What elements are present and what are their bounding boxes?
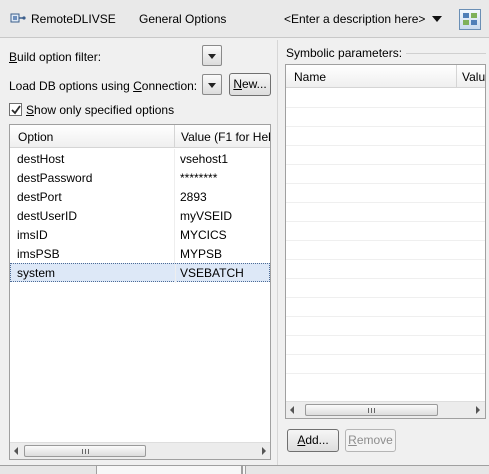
table-row[interactable]: imsID MYCICS <box>10 225 270 244</box>
scroll-thumb[interactable] <box>24 445 146 457</box>
cell-separator <box>174 225 175 244</box>
table-row[interactable]: destHost vsehost1 <box>10 149 270 168</box>
option-value[interactable]: MYCICS <box>180 228 227 242</box>
option-value[interactable]: myVSEID <box>180 209 232 223</box>
editor-header: RemoteDLIVSE General Options <Enter a de… <box>0 0 489 38</box>
table-row[interactable]: imsPSB MYPSB <box>10 244 270 263</box>
cell-separator <box>174 168 175 187</box>
expand-view-button[interactable] <box>459 9 481 30</box>
option-name: destHost <box>17 152 65 166</box>
label-part: Load DB options using <box>9 79 134 93</box>
build-option-filter-label: Build option filter: <box>9 50 101 64</box>
label-mnemonic: C <box>133 79 142 93</box>
button-label: ew... <box>241 77 267 91</box>
symbolic-table-hscrollbar[interactable] <box>286 401 485 418</box>
load-db-options-label: Load DB options using Connection: <box>9 79 197 93</box>
table-row[interactable]: destPassword ******** <box>10 168 270 187</box>
column-separator[interactable] <box>174 125 175 148</box>
table-row[interactable]: destPort 2893 <box>10 187 270 206</box>
column-header-option[interactable]: Option <box>18 130 53 144</box>
option-value[interactable]: 2893 <box>180 190 207 204</box>
description-field[interactable]: <Enter a description here> <box>284 12 425 26</box>
options-table: Option Value (F1 for Help) destHost vseh… <box>9 124 271 460</box>
table-row-selected[interactable]: system VSEBATCH <box>10 263 270 283</box>
connection-icon <box>10 10 26 26</box>
description-dropdown-icon[interactable] <box>432 16 442 22</box>
cell-separator <box>174 187 175 206</box>
editor-tab[interactable] <box>96 466 242 474</box>
label-mnemonic: B <box>9 50 18 64</box>
symbolic-table-header: Name Value <box>286 65 485 88</box>
label-mnemonic: S <box>26 103 35 117</box>
show-only-specified-label[interactable]: Show only specified options <box>26 103 174 117</box>
show-only-specified-checkbox[interactable] <box>9 103 22 116</box>
column-header-value[interactable]: Value <box>462 70 485 84</box>
option-name: imsID <box>17 228 48 242</box>
connection-name: RemoteDLIVSE <box>31 12 116 26</box>
build-option-filter-dropdown[interactable] <box>202 45 222 66</box>
option-value[interactable]: vsehost1 <box>180 152 228 166</box>
scroll-right-icon[interactable] <box>262 447 266 455</box>
option-name: destUserID <box>17 209 78 223</box>
new-connection-button[interactable]: New... <box>229 73 271 96</box>
button-mnemonic: N <box>233 77 242 91</box>
options-table-hscrollbar[interactable] <box>10 442 270 459</box>
label-part: uild option filter: <box>17 50 102 64</box>
option-value[interactable]: ******** <box>180 171 217 185</box>
expand-view-icon <box>463 13 477 25</box>
table-row[interactable]: destUserID myVSEID <box>10 206 270 225</box>
cell-separator <box>175 264 176 283</box>
scroll-left-icon[interactable] <box>290 406 294 414</box>
button-label: dd... <box>305 433 329 447</box>
option-name: imsPSB <box>17 247 60 261</box>
symbolic-parameters-table: Name Value <box>285 64 486 419</box>
symbolic-parameters-title: Symbolic parameters: <box>286 46 407 60</box>
scroll-left-icon[interactable] <box>14 447 18 455</box>
cell-separator <box>174 149 175 168</box>
scroll-right-icon[interactable] <box>476 406 480 414</box>
remove-parameter-button[interactable]: Remove <box>345 429 396 452</box>
column-header-value[interactable]: Value (F1 for Help) <box>181 130 270 144</box>
pane-divider[interactable] <box>277 40 278 465</box>
scroll-thumb[interactable] <box>305 404 438 416</box>
option-value[interactable]: VSEBATCH <box>180 266 244 280</box>
option-value[interactable]: MYPSB <box>180 247 222 261</box>
column-separator[interactable] <box>456 65 457 88</box>
cell-separator <box>174 206 175 225</box>
check-icon <box>11 105 21 115</box>
option-name: system <box>17 266 56 280</box>
editor-tab-strip <box>0 465 489 474</box>
section-title: General Options <box>139 12 227 26</box>
column-header-name[interactable]: Name <box>294 70 326 84</box>
options-table-header: Option Value (F1 for Help) <box>10 125 270 148</box>
button-label: emove <box>356 433 393 447</box>
connection-dropdown[interactable] <box>202 74 222 95</box>
button-mnemonic: R <box>348 433 357 447</box>
option-name: destPort <box>17 190 62 204</box>
label-part: how only specified options <box>34 103 175 117</box>
editor-tab[interactable] <box>242 466 246 474</box>
add-parameter-button[interactable]: Add... <box>287 429 339 452</box>
cell-separator <box>174 244 175 263</box>
label-part: onnection: <box>141 79 198 93</box>
option-name: destPassword <box>17 171 93 185</box>
